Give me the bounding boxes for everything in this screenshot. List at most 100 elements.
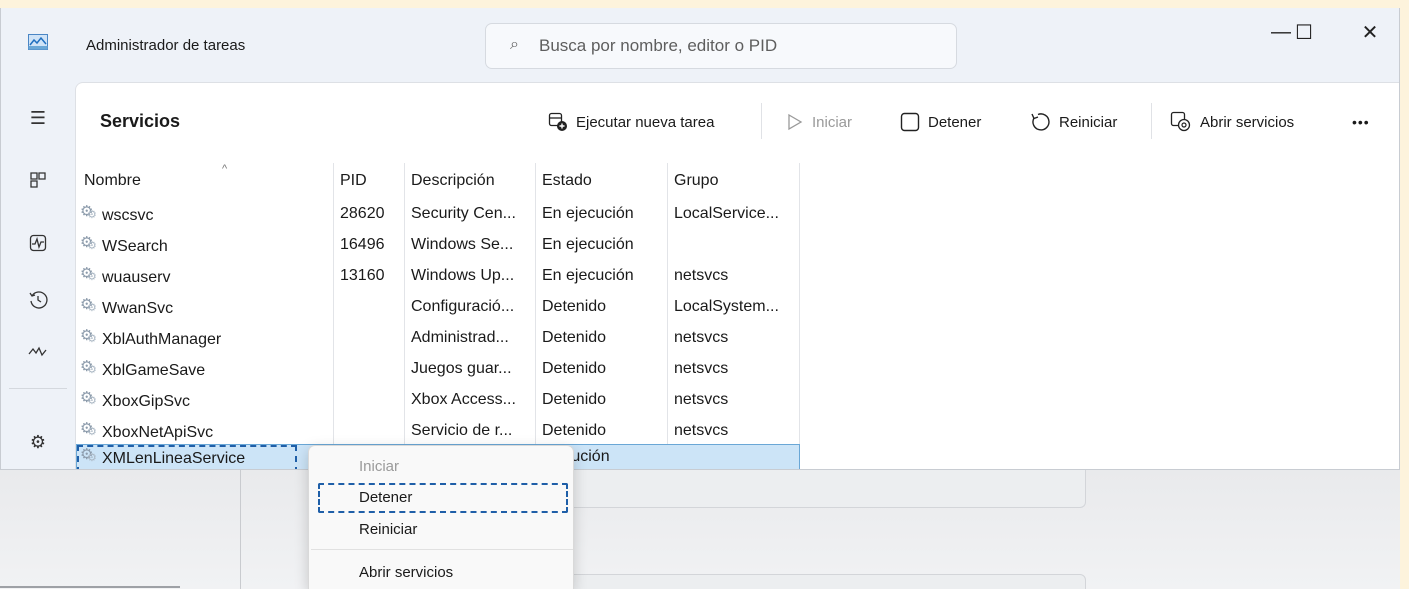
context-menu-open-services[interactable]: Abrir servicios — [359, 564, 453, 581]
service-gear-icon — [80, 326, 99, 346]
stop-label: Detener — [928, 113, 982, 131]
task-manager-app-icon — [28, 34, 48, 50]
search-placeholder: Busca por nombre, editor o PID — [539, 36, 778, 55]
row-focus-ring — [77, 445, 297, 469]
more-options-button[interactable]: ••• — [1352, 107, 1370, 137]
pid-cell: 28620 — [340, 205, 385, 222]
hamburger-menu-icon[interactable]: ☰ — [26, 106, 50, 130]
table-row[interactable]: WwanSvc Configuració... Detenido LocalSy… — [76, 293, 800, 324]
service-name-cell: wscsvc — [80, 202, 154, 225]
service-name-cell: WSearch — [80, 233, 168, 256]
sort-ascending-icon: ^ — [222, 163, 228, 175]
run-new-task-button[interactable]: Ejecutar nueva tarea — [548, 107, 714, 137]
settings-gear-icon[interactable]: ⚙ — [26, 430, 50, 454]
service-gear-icon — [80, 295, 99, 315]
description-cell: Xbox Access... — [411, 391, 516, 408]
service-name: wuauserv — [102, 269, 171, 286]
service-name: WwanSvc — [102, 300, 174, 317]
service-name-cell: WwanSvc — [80, 295, 174, 318]
service-gear-icon — [80, 233, 99, 253]
service-name: XboxNetApiSvc — [102, 424, 214, 441]
group-cell: LocalSystem... — [674, 298, 779, 315]
status-cell: En ejecución — [542, 236, 634, 253]
table-row[interactable]: XblAuthManager Administrad... Detenido n… — [76, 324, 800, 355]
services-panel: Servicios Ejecutar nueva tarea Iniciar D… — [75, 82, 1399, 469]
column-header-group[interactable]: Grupo — [674, 172, 718, 190]
search-input[interactable]: ⌕ Busca por nombre, editor o PID — [485, 23, 957, 69]
pid-cell: 13160 — [340, 267, 385, 284]
service-name-cell: XboxGipSvc — [80, 388, 191, 411]
run-new-task-label: Ejecutar nueva tarea — [576, 113, 715, 131]
service-name: XblAuthManager — [102, 331, 222, 348]
background-card — [568, 470, 1086, 508]
status-cell: Detenido — [542, 360, 607, 377]
group-cell: netsvcs — [674, 422, 729, 439]
context-menu-restart[interactable]: Reiniciar — [359, 521, 417, 538]
sidebar: ☰ ⚙ — [1, 82, 75, 469]
service-name: XboxGipSvc — [102, 393, 191, 410]
restart-button[interactable]: Reiniciar — [1029, 107, 1117, 137]
context-menu-divider — [311, 549, 573, 550]
task-manager-window: Administrador de tareas ⌕ Busca por nomb… — [0, 8, 1400, 470]
service-name: WSearch — [102, 238, 168, 255]
table-row[interactable]: XboxGipSvc Xbox Access... Detenido netsv… — [76, 386, 800, 417]
table-row[interactable]: wuauserv 13160 Windows Up... En ejecució… — [76, 262, 800, 293]
divider — [0, 586, 180, 588]
maximize-button[interactable]: ☐ — [1281, 14, 1327, 50]
toolbar-divider — [761, 103, 762, 139]
pid-cell: 16496 — [340, 236, 385, 253]
service-name-cell: wuauserv — [80, 264, 171, 287]
background-app — [0, 470, 1400, 589]
status-cell: En ejecución — [542, 267, 634, 284]
description-cell: Windows Se... — [411, 236, 514, 253]
group-cell: netsvcs — [674, 360, 729, 377]
group-cell: netsvcs — [674, 267, 729, 284]
column-header-status[interactable]: Estado — [542, 172, 592, 190]
group-cell: netsvcs — [674, 329, 729, 346]
group-cell: netsvcs — [674, 391, 729, 408]
status-cell: Detenido — [542, 329, 607, 346]
service-gear-icon — [80, 264, 99, 284]
stop-button[interactable]: Detener — [900, 107, 981, 137]
app-history-icon[interactable] — [26, 288, 50, 312]
search-icon: ⌕ — [510, 36, 519, 53]
toolbar-divider — [1151, 103, 1152, 139]
open-services-icon — [1170, 111, 1192, 133]
start-button[interactable]: Iniciar — [786, 107, 852, 137]
column-header-name[interactable]: Nombre — [84, 172, 141, 190]
sidebar-divider — [9, 388, 67, 389]
performance-icon[interactable] — [26, 231, 50, 255]
table-row[interactable]: wscsvc 28620 Security Cen... En ejecució… — [76, 200, 800, 231]
description-cell: Juegos guar... — [411, 360, 512, 377]
processes-icon[interactable] — [26, 168, 50, 192]
description-cell: Servicio de r... — [411, 422, 513, 439]
window-title: Administrador de tareas — [86, 37, 246, 54]
service-name-cell: XblGameSave — [80, 357, 206, 380]
maximize-icon: ☐ — [1295, 21, 1313, 44]
group-cell: LocalService... — [674, 205, 779, 222]
startup-apps-icon[interactable] — [26, 340, 50, 364]
more-icon: ••• — [1352, 114, 1370, 130]
context-menu-start[interactable]: Iniciar — [359, 458, 399, 475]
context-menu: Iniciar Detener Reiniciar Abrir servicio… — [308, 445, 574, 589]
play-icon — [786, 113, 804, 131]
status-cell: En ejecución — [542, 205, 634, 222]
service-name-cell: XblAuthManager — [80, 326, 222, 349]
column-header-pid[interactable]: PID — [340, 172, 367, 190]
table-row[interactable]: WSearch 16496 Windows Se... En ejecución — [76, 231, 800, 262]
column-header-description[interactable]: Descripción — [411, 172, 495, 190]
status-cell: Detenido — [542, 298, 607, 315]
page-title: Servicios — [100, 111, 181, 131]
close-icon: ✕ — [1361, 21, 1379, 44]
description-cell: Configuració... — [411, 298, 515, 315]
service-name: XblGameSave — [102, 362, 206, 379]
service-gear-icon — [80, 357, 99, 377]
start-label: Iniciar — [812, 113, 853, 131]
status-cell: Detenido — [542, 391, 607, 408]
background-card — [568, 574, 1086, 589]
close-button[interactable]: ✕ — [1347, 14, 1393, 50]
open-services-button[interactable]: Abrir servicios — [1170, 107, 1294, 137]
description-cell: Windows Up... — [411, 267, 515, 284]
table-row[interactable]: XblGameSave Juegos guar... Detenido nets… — [76, 355, 800, 386]
restart-icon — [1029, 111, 1051, 133]
